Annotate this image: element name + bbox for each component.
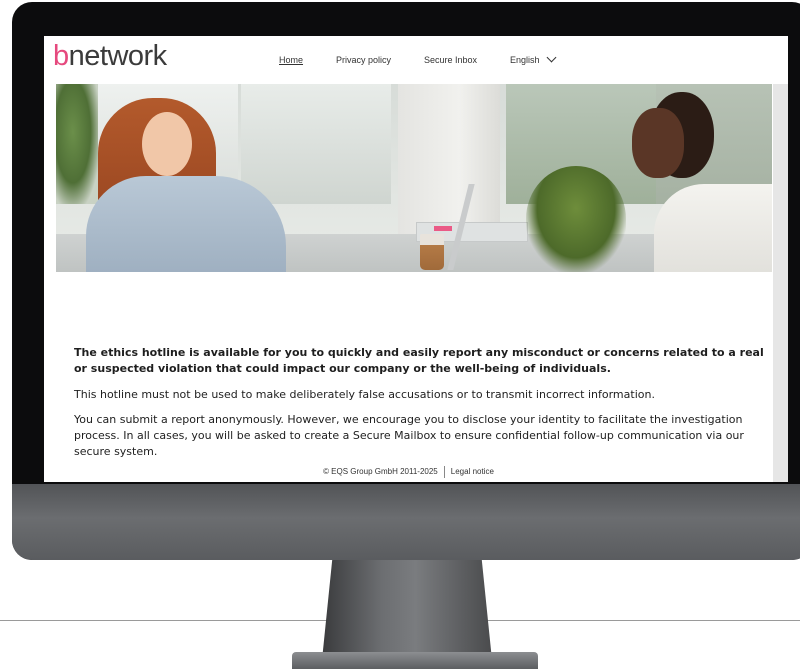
header: bnetwork Home Privacy policy Secure Inbo… (44, 36, 773, 84)
nav-privacy-policy[interactable]: Privacy policy (336, 55, 391, 65)
nav-home[interactable]: Home (279, 55, 303, 65)
logo[interactable]: bnetwork (53, 40, 167, 73)
hero-plant (526, 166, 626, 272)
anonymous-text: You can submit a report anonymously. How… (74, 413, 744, 458)
hero-coffee-cup (420, 234, 444, 270)
logo-prefix: b (53, 40, 69, 72)
scrollbar-track (773, 84, 788, 482)
monitor-stand-base (292, 652, 538, 669)
intro-text: The ethics hotline is available for you … (74, 346, 764, 375)
hero-man-body (654, 184, 772, 272)
monitor-stand (322, 560, 492, 660)
chevron-down-icon (546, 52, 556, 63)
hero-pillar (398, 84, 500, 234)
hero-man-face (632, 108, 684, 178)
hero-plant (56, 84, 98, 204)
hero-woman-face (142, 112, 192, 176)
nav-secure-inbox[interactable]: Secure Inbox (424, 55, 477, 65)
hero-sticky-note (434, 226, 452, 231)
screen: bnetwork Home Privacy policy Secure Inbo… (44, 36, 788, 482)
hero-woman-body (86, 176, 286, 272)
footer: © EQS Group GmbH 2011-2025 Legal notice (44, 462, 773, 482)
logo-text: network (68, 40, 168, 72)
monitor-chin (12, 484, 800, 560)
hero-window (241, 84, 391, 204)
language-selector[interactable]: English (510, 52, 556, 65)
language-label: English (510, 55, 540, 65)
legal-notice-link[interactable]: Legal notice (451, 467, 494, 476)
warning-text: This hotline must not be used to make de… (74, 388, 655, 401)
footer-divider (443, 465, 445, 478)
hero-image (56, 84, 772, 272)
copyright-text: © EQS Group GmbH 2011-2025 (323, 467, 438, 476)
main-content: The ethics hotline is available for you … (74, 345, 764, 469)
